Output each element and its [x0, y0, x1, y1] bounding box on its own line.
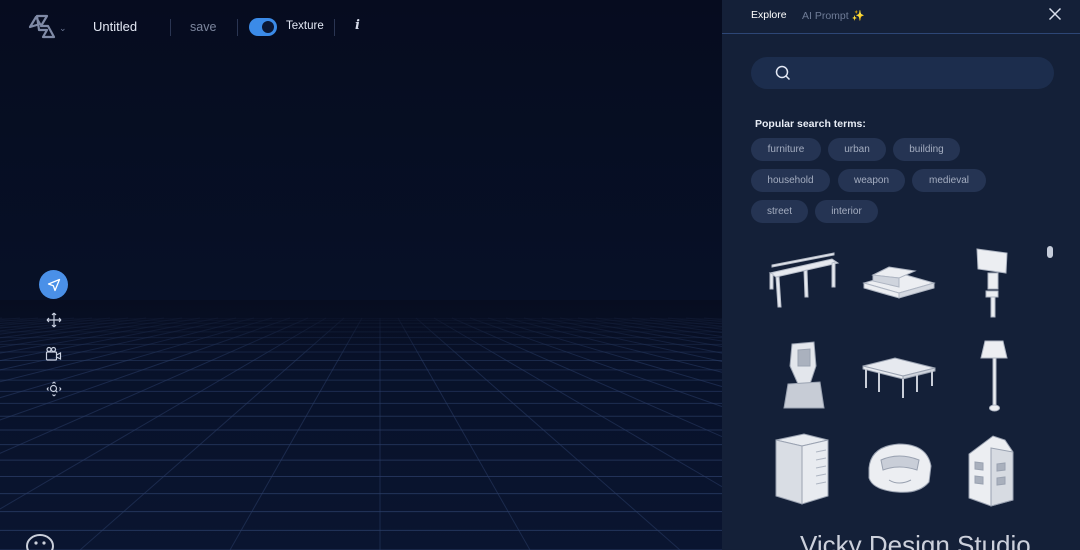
- model-thumbnail-bench[interactable]: [764, 245, 844, 325]
- zoom-tool-button[interactable]: [39, 374, 68, 403]
- app-root: ⌄ Untitled save Texture i Explore AI Pro…: [0, 0, 1080, 550]
- navigation-arrow-icon: [47, 278, 60, 291]
- zoom-move-icon: [46, 381, 61, 396]
- search-input[interactable]: [801, 57, 1041, 89]
- divider: [170, 19, 171, 36]
- save-button[interactable]: save: [190, 20, 216, 34]
- scrollbar-thumb[interactable]: [1047, 246, 1053, 258]
- model-thumbnail-signpost[interactable]: [957, 243, 1037, 323]
- chip-medieval[interactable]: medieval: [912, 169, 986, 192]
- info-button[interactable]: i: [355, 18, 360, 33]
- chip-urban[interactable]: urban: [828, 138, 886, 161]
- chip-furniture[interactable]: furniture: [751, 138, 821, 161]
- select-tool-button[interactable]: [39, 270, 68, 299]
- watermark-text: Vicky Design Studio: [800, 530, 1031, 550]
- model-thumbnail-pavilion[interactable]: [859, 336, 939, 416]
- search-bar[interactable]: [751, 57, 1054, 89]
- chevron-down-icon[interactable]: ⌄: [59, 23, 69, 33]
- model-thumbnail-helmet[interactable]: [859, 430, 939, 510]
- explore-panel: Explore AI Prompt ✨ Popular search terms…: [722, 0, 1080, 550]
- divider: [237, 19, 238, 36]
- popular-terms-label: Popular search terms:: [755, 118, 866, 130]
- top-bar: ⌄ Untitled save Texture i: [0, 0, 722, 56]
- viewport-canvas[interactable]: [0, 0, 722, 550]
- tab-explore[interactable]: Explore: [751, 9, 787, 21]
- project-title[interactable]: Untitled: [93, 19, 137, 34]
- app-logo-icon[interactable]: [27, 13, 57, 41]
- ground-grid: [0, 300, 722, 550]
- chip-street[interactable]: street: [751, 200, 808, 223]
- move-arrows-icon: [46, 312, 61, 327]
- texture-label: Texture: [286, 20, 324, 32]
- model-thumbnail-low-building[interactable]: [859, 245, 939, 325]
- video-camera-icon: [45, 346, 62, 361]
- toggle-knob: [262, 21, 274, 33]
- model-thumbnail-tower[interactable]: [764, 336, 844, 416]
- camera-tool-button[interactable]: [39, 339, 68, 368]
- model-thumbnail-townhouse[interactable]: [957, 430, 1037, 510]
- model-thumbnail-server-cabinet[interactable]: [764, 430, 844, 510]
- panel-tabs: Explore AI Prompt ✨: [722, 0, 1080, 34]
- texture-toggle[interactable]: [249, 18, 277, 36]
- wechat-logo-icon: [26, 534, 54, 550]
- chip-weapon[interactable]: weapon: [838, 169, 905, 192]
- move-tool-button[interactable]: [39, 305, 68, 334]
- divider: [334, 19, 335, 36]
- chip-interior[interactable]: interior: [815, 200, 878, 223]
- chip-building[interactable]: building: [893, 138, 960, 161]
- chip-household[interactable]: household: [751, 169, 830, 192]
- search-icon: [775, 65, 791, 81]
- close-icon[interactable]: [1048, 7, 1062, 21]
- tab-ai-prompt[interactable]: AI Prompt ✨: [802, 9, 865, 22]
- model-thumbnail-floor-lamp[interactable]: [957, 336, 1037, 416]
